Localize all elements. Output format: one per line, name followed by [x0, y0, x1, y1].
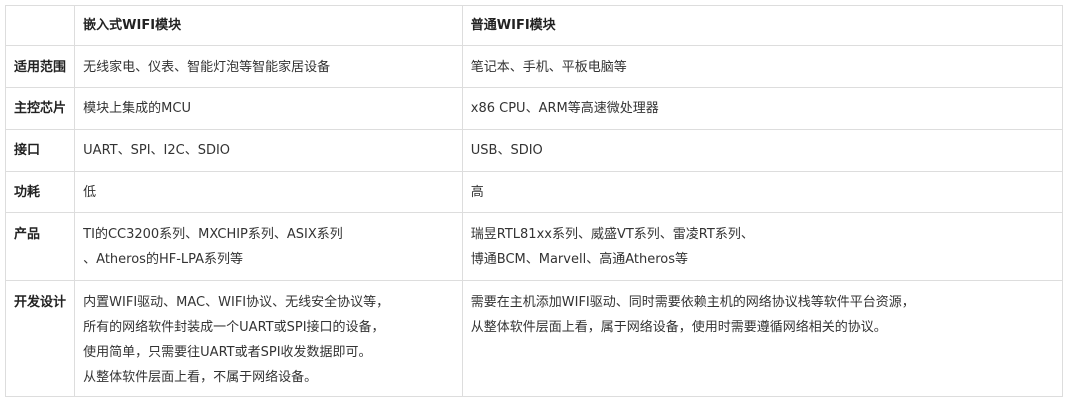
cell-embedded-products: TI的CC3200系列、MXCHIP系列、ASIX系列 、Atheros的HF-…	[74, 212, 463, 281]
table-row: 开发设计 内置WIFI驱动、MAC、WIFI协议、无线安全协议等， 所有的网络软…	[4, 280, 1064, 397]
cell-text-line: 模块上集成的MCU	[83, 101, 191, 116]
cell-text-line: 、Atheros的HF-LPA系列等	[83, 252, 244, 267]
table-row: 功耗 低 高	[4, 171, 1064, 213]
cell-normal-development: 需要在主机添加WIFI驱动、同时需要依赖主机的网络协议栈等软件平台资源， 从整体…	[461, 280, 1064, 397]
cell-text-line: 从整体软件层面上看，属于网络设备，使用时需要遵循网络相关的协议。	[470, 320, 887, 335]
cell-text-line: 笔记本、手机、平板电脑等	[470, 60, 627, 75]
table-row: 主控芯片 模块上集成的MCU x86 CPU、ARM等高速微处理器	[4, 87, 1064, 130]
cell-text-line: 无线家电、仪表、智能灯泡等智能家居设备	[83, 60, 331, 75]
cell-text-line: 博通BCM、Marvell、高通Atheros等	[470, 252, 688, 267]
table-row: 接口 UART、SPI、I2C、SDIO USB、SDIO	[4, 129, 1064, 172]
cell-text-line: 低	[83, 185, 97, 200]
cell-embedded-interface: UART、SPI、I2C、SDIO	[74, 129, 463, 172]
cell-text-line: 高	[470, 185, 484, 200]
row-label-power: 功耗	[4, 171, 76, 213]
cell-normal-interface: USB、SDIO	[461, 129, 1064, 172]
cell-embedded-scope: 无线家电、仪表、智能灯泡等智能家居设备	[74, 45, 463, 88]
cell-normal-products: 瑞昱RTL81xx系列、威盛VT系列、雷凌RT系列、 博通BCM、Marvell…	[461, 212, 1064, 281]
row-label-interface: 接口	[4, 129, 76, 172]
cell-embedded-main-chip: 模块上集成的MCU	[74, 87, 463, 130]
wifi-module-comparison-table: 嵌入式WIFI模块 普通WIFI模块 适用范围 无线家电、仪表、智能灯泡等智能家…	[4, 5, 1064, 397]
cell-normal-power: 高	[461, 171, 1064, 213]
row-label-scope: 适用范围	[4, 45, 76, 88]
cell-text-line: UART、SPI、I2C、SDIO	[83, 143, 231, 158]
cell-text-line: 从整体软件层面上看，不属于网络设备。	[83, 370, 318, 385]
cell-text-line: 瑞昱RTL81xx系列、威盛VT系列、雷凌RT系列、	[470, 227, 754, 242]
cell-text-line: USB、SDIO	[470, 143, 543, 158]
cell-text-line: x86 CPU、ARM等高速微处理器	[470, 101, 659, 116]
header-normal-wifi: 普通WIFI模块	[461, 5, 1064, 46]
cell-text-line: 需要在主机添加WIFI驱动、同时需要依赖主机的网络协议栈等软件平台资源，	[470, 295, 915, 310]
table-header-row: 嵌入式WIFI模块 普通WIFI模块	[4, 5, 1064, 46]
comparison-table-container: 嵌入式WIFI模块 普通WIFI模块 适用范围 无线家电、仪表、智能灯泡等智能家…	[4, 5, 1064, 397]
cell-embedded-development: 内置WIFI驱动、MAC、WIFI协议、无线安全协议等， 所有的网络软件封装成一…	[74, 280, 463, 397]
row-label-main-chip: 主控芯片	[4, 87, 76, 130]
cell-normal-scope: 笔记本、手机、平板电脑等	[461, 45, 1064, 88]
row-label-products: 产品	[4, 212, 76, 281]
header-embedded-wifi: 嵌入式WIFI模块	[74, 5, 463, 46]
cell-text-line: 所有的网络软件封装成一个UART或SPI接口的设备，	[83, 320, 385, 335]
cell-text-line: 使用简单，只需要往UART或者SPI收发数据即可。	[83, 345, 372, 360]
cell-text-line: 内置WIFI驱动、MAC、WIFI协议、无线安全协议等，	[83, 295, 390, 310]
row-label-development: 开发设计	[4, 280, 76, 397]
table-row: 适用范围 无线家电、仪表、智能灯泡等智能家居设备 笔记本、手机、平板电脑等	[4, 45, 1064, 88]
cell-embedded-power: 低	[74, 171, 463, 213]
cell-text-line: TI的CC3200系列、MXCHIP系列、ASIX系列	[83, 227, 343, 242]
cell-normal-main-chip: x86 CPU、ARM等高速微处理器	[461, 87, 1064, 130]
table-row: 产品 TI的CC3200系列、MXCHIP系列、ASIX系列 、Atheros的…	[4, 212, 1064, 281]
header-empty-cell	[4, 5, 76, 46]
